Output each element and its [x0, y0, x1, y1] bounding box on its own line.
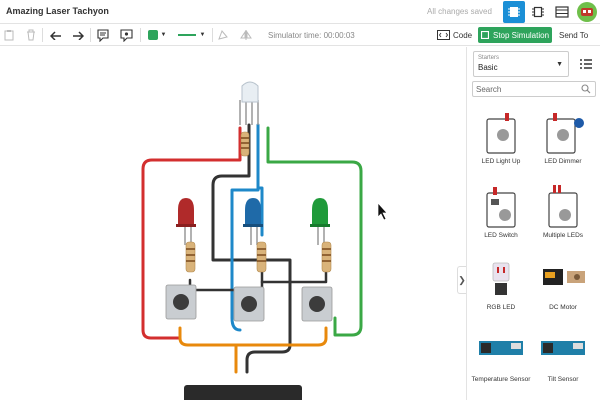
circuit-canvas[interactable]: ❯ [0, 47, 466, 400]
color-picker[interactable]: ▼ [145, 24, 169, 46]
blue-led[interactable] [243, 198, 263, 227]
component-label: Tilt Sensor [547, 376, 579, 383]
undo-button[interactable] [48, 24, 64, 46]
search-icon [581, 84, 591, 94]
flip-icon [240, 30, 252, 40]
flip-button[interactable] [238, 24, 254, 46]
led-dimmer-icon [546, 113, 584, 154]
wire-type-picker[interactable]: ▼ [173, 24, 209, 46]
component-label: LED Dimmer [544, 158, 582, 165]
redo-icon [73, 31, 84, 40]
component-label: LED Switch [484, 232, 518, 239]
redo-button[interactable] [70, 24, 86, 46]
stop-square-icon [480, 31, 489, 39]
save-status: All changes saved [427, 7, 492, 16]
component-label: DC Motor [549, 304, 577, 311]
resistor-red[interactable] [185, 241, 196, 273]
component-multiple-leds[interactable]: Multiple LEDs [533, 183, 593, 240]
component-led-dimmer[interactable]: LED Dimmer [533, 109, 593, 166]
wire-line-icon [177, 34, 196, 36]
dc-motor-icon [543, 269, 585, 285]
circuit-diagram[interactable] [0, 47, 466, 400]
chevron-down-icon: ▼ [160, 32, 167, 38]
tilt-sensor-icon [541, 341, 585, 355]
code-label: Code [453, 30, 473, 40]
circuit-view-icon [508, 7, 520, 17]
code-icon [437, 30, 450, 40]
starters-label: Starters [478, 55, 500, 61]
color-swatch [147, 30, 158, 40]
trash-icon [27, 29, 35, 41]
component-list-icon [555, 6, 569, 18]
rotate-icon [218, 30, 228, 40]
mouse-cursor-icon [377, 202, 388, 221]
project-title[interactable]: Amazing Laser Tachyon [6, 6, 109, 16]
simulator-time: Simulator time: 00:00:03 [268, 31, 355, 40]
component-led-switch[interactable]: LED Switch [471, 183, 531, 240]
starters-value: Basic [478, 63, 498, 72]
component-label: LED Light Up [481, 158, 521, 165]
undo-icon [50, 31, 61, 40]
green-led[interactable] [310, 198, 330, 227]
components-panel: Starters Basic ▼ Search LED Light Up LED… [466, 47, 600, 400]
notes-icon [97, 28, 109, 42]
send-to-button[interactable]: Send To [559, 27, 588, 43]
pushbutton-3[interactable] [301, 286, 333, 322]
rgb-led-icon [492, 262, 510, 295]
component-label: Temperature Sensor [471, 376, 531, 383]
red-led[interactable] [176, 198, 196, 227]
component-rgb-led[interactable]: RGB LED [471, 255, 531, 312]
collapse-panel-tab[interactable]: ❯ [457, 266, 466, 294]
chevron-right-icon: ❯ [458, 274, 466, 285]
chevron-down-icon: ▼ [199, 32, 206, 38]
stop-simulation-button[interactable]: Stop Simulation [478, 27, 552, 43]
component-tilt-sensor[interactable]: Tilt Sensor [533, 327, 593, 384]
eye-icon [119, 28, 133, 42]
led-switch-icon [486, 187, 516, 228]
led-light-up-icon [486, 113, 516, 154]
temperature-sensor-icon [479, 341, 523, 355]
search-field[interactable]: Search [472, 81, 596, 97]
delete-button[interactable] [24, 24, 38, 46]
starters-dropdown[interactable]: Starters Basic ▼ [473, 51, 569, 77]
rotate-button[interactable] [215, 24, 231, 46]
schematic-view-button[interactable] [527, 1, 549, 23]
chevron-down-icon: ▼ [556, 61, 563, 68]
send-label: Send To [559, 30, 589, 40]
circuit-view-button[interactable] [503, 1, 525, 23]
wire-black-3[interactable] [260, 268, 328, 284]
power-rail[interactable] [184, 385, 302, 400]
list-view-icon[interactable] [579, 57, 593, 71]
pushbutton-1[interactable] [165, 284, 197, 320]
schematic-view-icon [532, 6, 544, 18]
pushbutton-2[interactable] [233, 286, 265, 322]
resistor-blue[interactable] [256, 241, 267, 273]
rgb-led[interactable] [241, 81, 259, 103]
component-list-view-button[interactable] [551, 1, 573, 23]
user-avatar[interactable] [576, 1, 598, 23]
component-label: RGB LED [486, 304, 516, 311]
annotate-button[interactable] [118, 24, 134, 46]
top-bar: Amazing Laser Tachyon All changes saved [0, 0, 600, 24]
resistor-top[interactable] [240, 131, 250, 157]
component-dc-motor[interactable]: DC Motor [533, 255, 593, 312]
component-label: Multiple LEDs [542, 232, 584, 239]
search-placeholder: Search [476, 85, 502, 94]
stop-label: Stop Simulation [492, 30, 550, 40]
wire-orange[interactable] [178, 326, 328, 347]
toolbar: ▼ ▼ Simulator time: 00:00:03 Code Stop S… [0, 24, 600, 46]
notes-button[interactable] [95, 24, 111, 46]
clipboard-icon [4, 30, 14, 41]
component-led-light-up[interactable]: LED Light Up [471, 109, 531, 166]
component-temperature-sensor[interactable]: Temperature Sensor [471, 327, 531, 384]
resistor-green[interactable] [321, 241, 332, 273]
code-button[interactable]: Code [434, 27, 475, 43]
multiple-leds-icon [548, 185, 578, 228]
paste-button[interactable] [2, 24, 16, 46]
